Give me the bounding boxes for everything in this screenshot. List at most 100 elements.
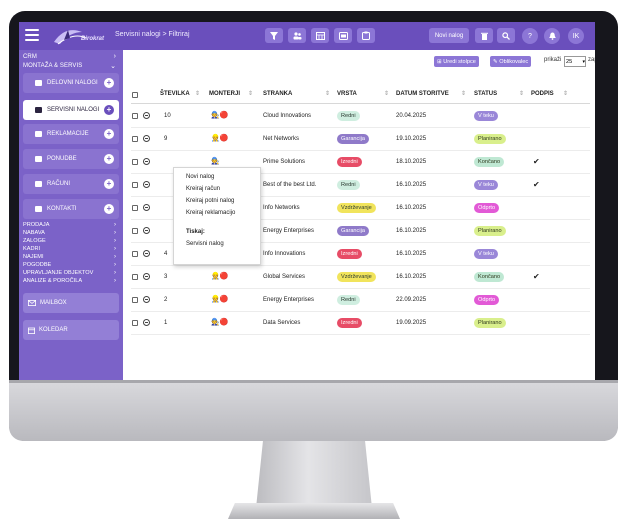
collapse-icon[interactable] — [143, 181, 150, 188]
calendar-view-button[interactable] — [311, 28, 329, 43]
document-icon — [35, 156, 42, 162]
sort-icon[interactable]: ⇕ — [384, 90, 389, 97]
truck-icon — [35, 80, 42, 86]
clipboard-button[interactable] — [357, 28, 375, 43]
filter-button[interactable] — [265, 28, 283, 43]
row-checkbox[interactable] — [132, 159, 138, 165]
notifications-button[interactable] — [544, 28, 560, 44]
sidebar-section-najemi[interactable]: NAJEMI › — [23, 254, 119, 260]
add-icon[interactable]: + — [104, 204, 114, 214]
column-header[interactable]: STRANKA — [263, 91, 292, 97]
column-header[interactable]: STATUS — [474, 91, 497, 97]
row-checkbox[interactable] — [132, 136, 138, 142]
type-badge: Redni — [337, 111, 360, 121]
sort-icon[interactable]: ⇕ — [563, 90, 568, 97]
column-header[interactable]: ŠTEVILKA — [160, 91, 190, 97]
column-header[interactable]: MONTERJI — [209, 91, 240, 97]
status-badge: Planirano — [474, 134, 506, 144]
row-checkbox[interactable] — [132, 228, 138, 234]
sidebar-section-pogodbe[interactable]: POGODBE › — [23, 262, 119, 268]
table-row[interactable]: 9 👷🔴 Net Networks Garancija 19.10.2025 Planir… — [131, 128, 590, 151]
collapse-icon[interactable] — [143, 204, 150, 211]
delete-button[interactable] — [475, 28, 493, 43]
menu-item-create-invoice[interactable]: Kreiraj račun — [186, 186, 220, 192]
sort-icon[interactable]: ⇕ — [195, 90, 200, 97]
breadcrumb[interactable]: Servisni nalogi > Filtriraj — [115, 31, 190, 38]
collapse-icon[interactable] — [143, 319, 150, 326]
menu-item-print-service-order[interactable]: Servisni nalog — [186, 241, 224, 247]
type-badge: Garancija — [337, 226, 369, 236]
column-header[interactable]: PODPIS — [531, 91, 554, 97]
sort-icon[interactable]: ⇕ — [325, 90, 330, 97]
sidebar-section-analize[interactable]: ANALIZE & POROČILA › — [23, 278, 119, 284]
search-button[interactable] — [497, 28, 515, 43]
sort-icon[interactable]: ⇕ — [519, 90, 524, 97]
sidebar-section-kadri[interactable]: KADRI › — [23, 246, 119, 252]
sidebar-section-upravljanje[interactable]: UPRAVLJANJE OBJEKTOV › — [23, 270, 119, 276]
people-icon — [293, 31, 301, 39]
sidebar-montaza[interactable]: MONTAŽA & SERVIS — [23, 63, 82, 69]
sort-icon[interactable]: ⇕ — [248, 90, 253, 97]
sidebar-item-kontakti[interactable]: KONTAKTI + — [23, 199, 119, 219]
edit-columns-label: Uredi stolpce — [443, 58, 476, 65]
chevron-right-icon: › — [114, 246, 116, 252]
chevron-right-icon[interactable]: › — [114, 53, 116, 60]
menu-item-create-complaint[interactable]: Kreiraj reklamacijo — [186, 210, 235, 216]
row-checkbox[interactable] — [132, 297, 138, 303]
sidebar-crm[interactable]: CRM — [23, 54, 37, 60]
chevron-down-icon[interactable]: ⌄ — [110, 62, 116, 70]
collapse-icon[interactable] — [143, 112, 150, 119]
menu-item-new-order[interactable]: Novi nalog — [186, 174, 214, 180]
table-row[interactable]: 1 🧑‍🔧🔴 Data Services Izredni 19.09.2025 Plani… — [131, 312, 590, 335]
row-checkbox[interactable] — [132, 113, 138, 119]
technicians-avatars: 👷🔴 — [211, 296, 229, 303]
add-icon[interactable]: + — [104, 78, 114, 88]
user-avatar[interactable]: IK — [568, 28, 584, 44]
row-checkbox[interactable] — [132, 320, 138, 326]
add-icon[interactable]: + — [104, 129, 114, 139]
collapse-icon[interactable] — [143, 273, 150, 280]
sort-icon[interactable]: ⇕ — [461, 90, 466, 97]
collapse-icon[interactable] — [143, 250, 150, 257]
row-checkbox[interactable] — [132, 182, 138, 188]
menu-item-create-travel-order[interactable]: Kreiraj potni nalog — [186, 198, 234, 204]
sidebar-item-delovni-nalogi[interactable]: DELOVNI NALOGI + — [23, 73, 119, 93]
sidebar-section-prodaja[interactable]: PRODAJA › — [23, 222, 119, 228]
section-label: NABAVA — [23, 230, 45, 236]
sidebar-item-reklamacije[interactable]: REKLAMACIJE + — [23, 124, 119, 144]
add-icon[interactable]: + — [104, 179, 114, 189]
collapse-icon[interactable] — [143, 158, 150, 165]
column-header[interactable]: DATUM STORITVE — [396, 91, 449, 97]
sidebar-mailbox[interactable]: MAILBOX — [23, 293, 119, 313]
table-row[interactable]: 2 👷🔴 Energy Enterprises Redni 22.09.2025 Odpr… — [131, 289, 590, 312]
show-label: prikaži — [544, 57, 562, 63]
sidebar-item-ponudbe[interactable]: PONUDBE + — [23, 149, 119, 169]
card-view-button[interactable] — [334, 28, 352, 43]
add-icon[interactable]: + — [104, 105, 114, 115]
assignees-button[interactable] — [288, 28, 306, 43]
row-checkbox[interactable] — [132, 274, 138, 280]
new-order-button[interactable]: Novi nalog — [429, 28, 469, 43]
sidebar-section-zaloge[interactable]: ZALOGE › — [23, 238, 119, 244]
sidebar-koledar[interactable]: KOLEDAR — [23, 320, 119, 340]
hamburger-menu-icon[interactable] — [25, 29, 39, 41]
add-icon[interactable]: + — [104, 154, 114, 164]
column-header[interactable]: VRSTA — [337, 91, 357, 97]
row-checkbox[interactable] — [132, 251, 138, 257]
table-row[interactable]: 10 🧑‍🔧🔴 Cloud Innovations Redni 20.04.2025 V … — [131, 105, 590, 128]
collapse-icon[interactable] — [143, 296, 150, 303]
sidebar-section-nabava[interactable]: NABAVA › — [23, 230, 119, 236]
collapse-icon[interactable] — [143, 135, 150, 142]
select-all-checkbox[interactable] — [132, 92, 138, 98]
edit-columns-button[interactable]: ⊞ Uredi stolpce — [434, 56, 479, 67]
sidebar-item-servisni-nalogi[interactable]: SERVISNI NALOGI + — [23, 100, 119, 120]
collapse-icon[interactable] — [143, 227, 150, 234]
help-button[interactable]: ? — [522, 28, 538, 44]
row-checkbox[interactable] — [132, 205, 138, 211]
formatter-label: Oblikovalec — [499, 58, 529, 65]
table-row[interactable]: 3 👷🔴 Global Services Vzdrževanje 16.10.2025 K… — [131, 266, 590, 289]
row-client: Net Networks — [263, 136, 300, 142]
page-size-select[interactable]: 25 ▾ — [564, 56, 586, 67]
sidebar-item-racuni[interactable]: RAČUNI + — [23, 174, 119, 194]
formatter-button[interactable]: ✎ Oblikovalec — [490, 56, 532, 67]
